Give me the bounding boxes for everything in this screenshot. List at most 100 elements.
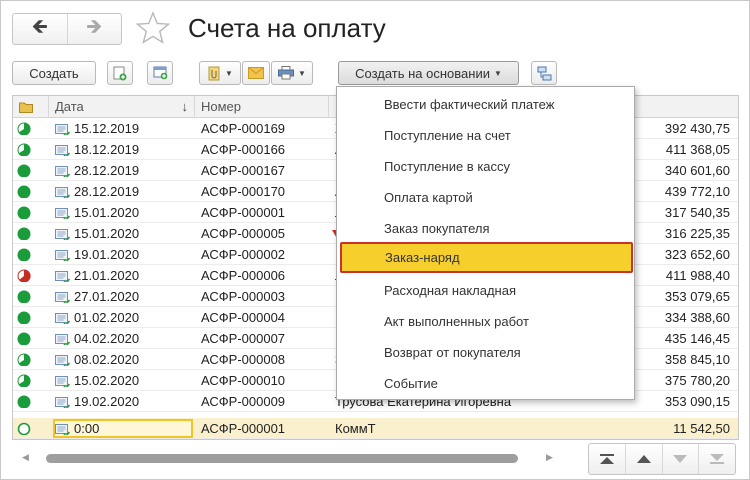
table-add-icon — [153, 66, 167, 80]
menu-item[interactable]: Возврат от покупателя — [337, 337, 634, 368]
arrow-bottom-icon — [710, 454, 725, 464]
date-column-label: Дата — [55, 99, 84, 114]
menu-item[interactable]: Заказ покупателя — [337, 213, 634, 244]
date-cell: 15.01.2020 — [74, 205, 140, 220]
date-cell: 19.01.2020 — [74, 247, 140, 262]
number-cell: АСФР-000169 — [201, 121, 286, 136]
date-cell: 01.02.2020 — [74, 310, 140, 325]
go-last-button[interactable] — [698, 444, 735, 474]
document-posted-icon — [55, 374, 70, 387]
go-first-button[interactable] — [589, 444, 625, 474]
email-button[interactable] — [242, 61, 270, 85]
page-title: Счета на оплату — [188, 13, 386, 43]
date-cell: 27.01.2020 — [74, 289, 140, 304]
envelope-icon — [248, 67, 264, 79]
status-icon — [17, 268, 31, 282]
back-button[interactable]: 🡸 — [13, 14, 67, 44]
document-posted-icon — [55, 143, 70, 156]
create-copy-button[interactable] — [107, 61, 133, 85]
status-icon — [17, 226, 31, 240]
document-posted-icon — [55, 269, 70, 282]
number-cell: АСФР-000003 — [201, 289, 286, 304]
date-cell: 0:00 — [74, 421, 100, 436]
status-icon — [17, 121, 31, 135]
date-cell: 28.12.2019 — [74, 184, 140, 199]
menu-item[interactable]: Оплата картой — [337, 182, 634, 213]
status-column-header[interactable] — [13, 96, 49, 118]
document-posted-icon — [55, 395, 70, 408]
number-cell: АСФР-000166 — [201, 142, 286, 157]
create-button[interactable]: Создать — [12, 61, 96, 85]
status-icon — [17, 331, 31, 345]
menu-item[interactable]: Поступление в кассу — [337, 151, 634, 182]
partner-cell: КоммТ — [335, 421, 376, 436]
status-icon — [17, 421, 31, 435]
date-column-header[interactable]: Дата ↓ — [49, 96, 195, 118]
document-add-icon — [113, 66, 127, 80]
chevron-down-icon: ▼ — [298, 68, 306, 78]
number-column-header[interactable]: Номер — [195, 96, 329, 118]
date-cell: 08.02.2020 — [74, 352, 140, 367]
menu-item[interactable]: Событие — [337, 368, 634, 399]
document-posted-icon — [55, 122, 70, 135]
date-cell: 15.02.2020 — [74, 373, 140, 388]
date-cell: 15.01.2020 — [74, 226, 140, 241]
create-button-label: Создать — [29, 65, 79, 81]
menu-item[interactable]: Ввести фактический платеж — [337, 89, 634, 120]
printer-icon — [278, 66, 295, 80]
number-cell: АСФР-000006 — [201, 268, 286, 283]
favorite-star-icon[interactable] — [135, 10, 171, 46]
document-posted-icon — [55, 248, 70, 261]
menu-item[interactable]: Расходная накладная — [337, 275, 634, 306]
number-cell: АСФР-000001 — [201, 205, 286, 220]
structure-button[interactable] — [531, 61, 557, 85]
number-column-label: Номер — [201, 99, 242, 114]
horizontal-scrollbar-thumb[interactable] — [46, 454, 518, 463]
status-icon — [17, 394, 31, 408]
arrow-left-icon: 🡸 — [31, 16, 48, 38]
chevron-down-icon: ▼ — [225, 68, 233, 78]
go-up-button[interactable] — [624, 444, 662, 474]
number-cell: АСФР-000170 — [201, 184, 286, 199]
status-icon — [17, 247, 31, 261]
number-cell: АСФР-000008 — [201, 352, 286, 367]
list-navigation — [588, 443, 736, 475]
status-icon — [17, 142, 31, 156]
number-cell: АСФР-000009 — [201, 394, 286, 409]
menu-item[interactable]: Заказ-наряд — [340, 242, 633, 273]
attach-button[interactable]: ▼ — [199, 61, 241, 85]
number-cell: АСФР-000007 — [201, 331, 286, 346]
table-row-selected[interactable]: 0:00 АСФР-000001 КоммТ 11 542,50 — [13, 418, 738, 439]
arrow-down-icon — [673, 455, 688, 463]
go-down-button[interactable] — [661, 444, 699, 474]
menu-item[interactable]: Акт выполненных работ — [337, 306, 634, 337]
date-cell: 21.01.2020 — [74, 268, 140, 283]
forward-button[interactable]: 🡺 — [66, 14, 122, 44]
sort-descending-icon: ↓ — [181, 99, 189, 114]
hierarchy-icon — [537, 66, 551, 80]
create-based-on-button[interactable]: Создать на основании ▼ — [338, 61, 519, 85]
chevron-down-icon: ▼ — [493, 68, 502, 78]
date-cell: 19.02.2020 — [74, 394, 140, 409]
menu-item[interactable]: Поступление на счет — [337, 120, 634, 151]
status-icon — [17, 373, 31, 387]
status-icon — [17, 205, 31, 219]
arrow-right-icon: 🡺 — [86, 16, 103, 38]
folder-icon — [19, 102, 33, 113]
status-icon — [17, 184, 31, 198]
scroll-right-icon[interactable]: ▶ — [546, 452, 553, 463]
number-cell: АСФР-000005 — [201, 226, 286, 241]
document-posted-icon — [55, 164, 70, 177]
document-posted-icon — [55, 353, 70, 366]
amount-cell: 11 542,50 — [673, 421, 730, 436]
status-icon — [17, 289, 31, 303]
document-posted-icon — [55, 290, 70, 303]
print-button[interactable]: ▼ — [271, 61, 313, 85]
create-group-button[interactable] — [147, 61, 173, 85]
scroll-left-icon[interactable]: ◀ — [22, 452, 29, 463]
status-icon — [17, 310, 31, 324]
paperclip-document-icon — [208, 66, 220, 80]
document-posted-icon — [55, 206, 70, 219]
number-cell: АСФР-000001 — [201, 421, 286, 436]
create-based-on-label: Создать на основании — [355, 65, 490, 81]
